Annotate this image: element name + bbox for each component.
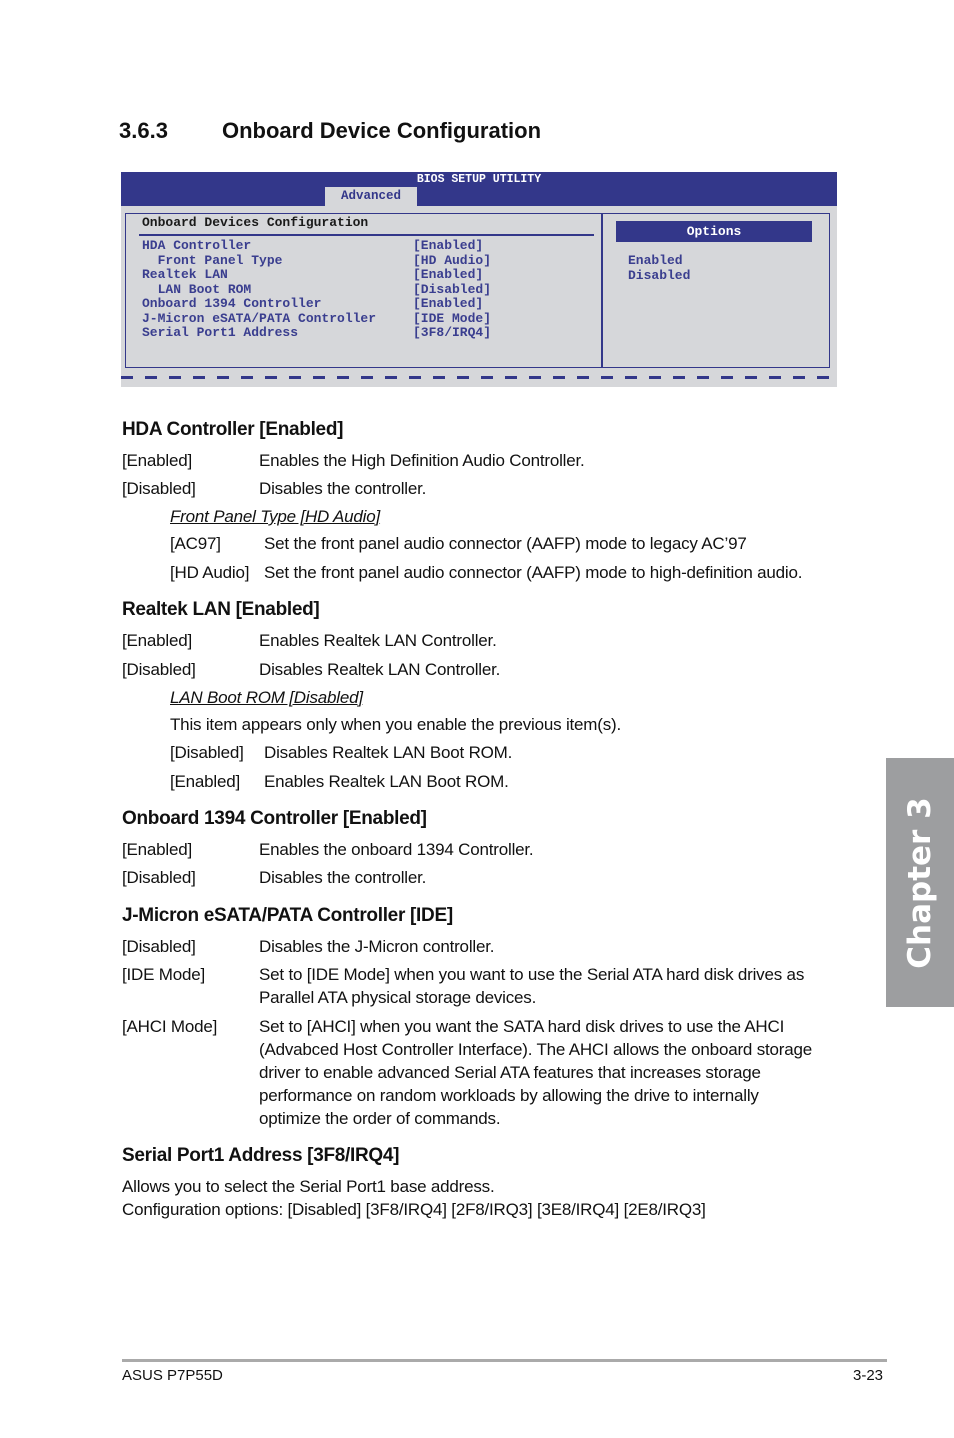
- bios-item-value: [HD Audio]: [413, 252, 492, 268]
- front-panel-subheading: Front Panel Type [HD Audio]: [170, 507, 381, 526]
- bios-options-header: Options: [616, 221, 812, 242]
- bios-item-label: J-Micron eSATA/PATA Controller: [142, 310, 377, 326]
- bios-panel-divider: [601, 214, 603, 367]
- bios-item-lan-boot-rom[interactable]: LAN Boot ROM [Disabled]: [142, 282, 491, 297]
- bios-dashed-border: [121, 376, 837, 379]
- tab-advanced[interactable]: Advanced: [325, 187, 417, 206]
- bios-item-jmicron[interactable]: J-Micron eSATA/PATA Controller [IDE Mode]: [142, 311, 491, 326]
- jmicron-key-ide: [IDE Mode]: [122, 965, 206, 984]
- ieee1394-key-enabled: [Enabled]: [122, 840, 193, 859]
- bios-item-value: [Enabled]: [413, 238, 484, 253]
- bios-panel-rule: [139, 234, 594, 236]
- jmicron-desc-ahci-line3: driver to enable advanced Serial ATA fea…: [259, 1063, 761, 1082]
- section-title: Onboard Device Configuration: [222, 118, 542, 143]
- lan-key-enabled: [Enabled]: [122, 631, 193, 650]
- bios-item-hda-controller[interactable]: HDA Controller [Enabled]: [142, 238, 491, 253]
- bios-item-realtek-lan[interactable]: Realtek LAN [Enabled]: [142, 267, 491, 282]
- jmicron-desc-ahci-line4: performance on random workloads by allow…: [259, 1086, 759, 1105]
- lan-heading: Realtek LAN [Enabled]: [122, 599, 320, 620]
- bios-item-value: [3F8/IRQ4]: [413, 325, 492, 340]
- lan-boot-rom-subheading: LAN Boot ROM [Disabled]: [170, 688, 363, 707]
- ieee1394-desc-enabled: Enables the onboard 1394 Controller.: [259, 840, 534, 859]
- serial-desc-line2: Configuration options: [Disabled] [3F8/I…: [122, 1200, 706, 1219]
- jmicron-heading: J-Micron eSATA/PATA Controller [IDE]: [122, 905, 453, 926]
- jmicron-desc-ide-line2: Parallel ATA physical storage devices.: [259, 988, 537, 1007]
- bios-utility-title: BIOS SETUP UTILITY: [416, 173, 542, 186]
- bios-item-label: LAN Boot ROM: [142, 281, 252, 297]
- bios-item-label: Front Panel Type: [142, 252, 283, 268]
- serial-desc-line1: Allows you to select the Serial Port1 ba…: [122, 1177, 495, 1196]
- bios-item-value: [Disabled]: [413, 281, 492, 297]
- bios-options-list: Enabled Disabled: [628, 253, 690, 283]
- lan-boot-rom-desc-disabled: Disables Realtek LAN Boot ROM.: [264, 743, 513, 762]
- section-number: 3.6.3: [119, 118, 168, 143]
- jmicron-desc-ahci-line5: optimize the order of commands.: [259, 1109, 501, 1128]
- ieee1394-key-disabled: [Disabled]: [122, 868, 196, 887]
- bios-item-value: [Enabled]: [413, 267, 484, 282]
- jmicron-desc-disabled: Disables the J-Micron controller.: [259, 937, 495, 956]
- footer-page-number: 3-23: [853, 1367, 884, 1384]
- bios-item-serial-port1[interactable]: Serial Port1 Address [3F8/IRQ4]: [142, 325, 491, 340]
- jmicron-key-ahci: [AHCI Mode]: [122, 1017, 218, 1036]
- ieee1394-desc-disabled: Disables the controller.: [259, 868, 427, 887]
- bios-option-disabled[interactable]: Disabled: [628, 268, 690, 283]
- bios-item-label: Serial Port1 Address: [142, 325, 299, 340]
- lan-boot-rom-key-enabled: [Enabled]: [170, 772, 241, 791]
- lan-desc-disabled: Disables Realtek LAN Controller.: [259, 660, 501, 679]
- bios-panel-title: Onboard Devices Configuration: [142, 215, 369, 230]
- bios-option-enabled[interactable]: Enabled: [628, 253, 690, 268]
- front-panel-desc-hdaudio: Set the front panel audio connector (AAF…: [264, 563, 803, 582]
- lan-key-disabled: [Disabled]: [122, 660, 196, 679]
- bios-item-list: HDA Controller [Enabled] Front Panel Type…: [142, 238, 491, 340]
- serial-heading: Serial Port1 Address [3F8/IRQ4]: [122, 1145, 400, 1166]
- jmicron-key-disabled: [Disabled]: [122, 937, 196, 956]
- chapter-tab-label: Chapter 3: [902, 796, 938, 969]
- hda-desc-disabled: Disables the controller.: [259, 479, 427, 498]
- hda-heading: HDA Controller [Enabled]: [122, 419, 344, 440]
- chapter-tab: Chapter 3: [886, 758, 954, 1007]
- bios-item-label: Realtek LAN: [142, 267, 228, 282]
- hda-desc-enabled: Enables the High Definition Audio Contro…: [259, 451, 585, 470]
- hda-key-enabled: [Enabled]: [122, 451, 193, 470]
- footer-product: ASUS P7P55D: [122, 1367, 223, 1384]
- jmicron-desc-ahci-line2: (Advabced Host Controller Interface). Th…: [259, 1040, 812, 1059]
- bios-item-front-panel-type[interactable]: Front Panel Type [HD Audio]: [142, 253, 491, 268]
- bios-item-label: Onboard 1394 Controller: [142, 296, 322, 311]
- lan-desc-enabled: Enables Realtek LAN Controller.: [259, 631, 497, 650]
- jmicron-desc-ahci-line1: Set to [AHCI] when you want the SATA har…: [259, 1017, 785, 1036]
- bios-item-label: HDA Controller: [142, 238, 252, 253]
- footer-rule: [122, 1359, 887, 1362]
- front-panel-key-ac97: [AC97]: [170, 534, 221, 553]
- ieee1394-heading: Onboard 1394 Controller [Enabled]: [122, 808, 427, 829]
- hda-key-disabled: [Disabled]: [122, 479, 196, 498]
- jmicron-desc-ide-line1: Set to [IDE Mode] when you want to use t…: [259, 965, 805, 984]
- front-panel-desc-ac97: Set the front panel audio connector (AAF…: [264, 534, 747, 553]
- lan-boot-rom-note: This item appears only when you enable t…: [170, 715, 622, 734]
- lan-boot-rom-key-disabled: [Disabled]: [170, 743, 244, 762]
- bios-screenshot: BIOS SETUP UTILITY Advanced Onboard Devi…: [121, 172, 837, 387]
- bios-item-onboard-1394[interactable]: Onboard 1394 Controller [Enabled]: [142, 296, 491, 311]
- lan-boot-rom-desc-enabled: Enables Realtek LAN Boot ROM.: [264, 772, 509, 791]
- front-panel-key-hdaudio: [HD Audio]: [170, 563, 250, 582]
- bios-item-value: [IDE Mode]: [413, 310, 492, 326]
- bios-item-value: [Enabled]: [413, 296, 484, 311]
